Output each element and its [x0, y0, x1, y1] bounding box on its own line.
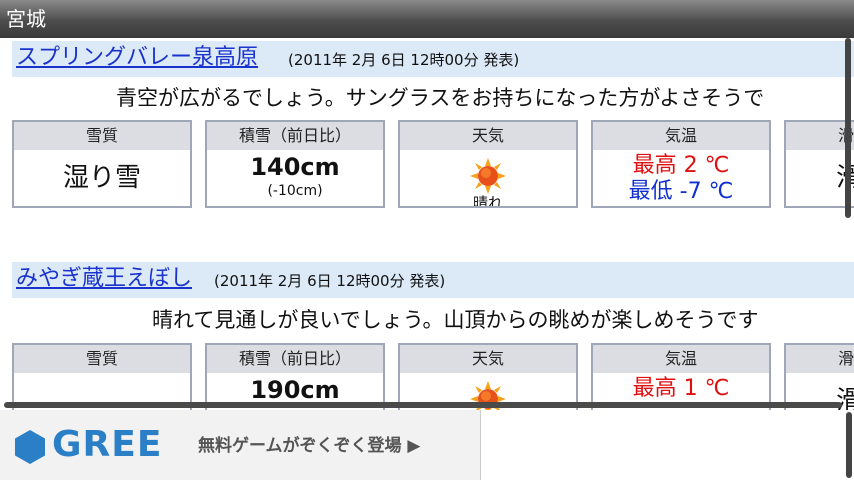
temperature-high: 最高 1 ℃	[632, 376, 730, 401]
temperature-high: 最高 2 ℃	[632, 153, 730, 178]
resort-name-link[interactable]: スプリングバレー泉高原	[16, 44, 258, 72]
resort-header: スプリングバレー泉高原 (2011年 2月 6日 12時00分 発表)	[12, 41, 854, 77]
resort-date: (2011年 2月 6日 12時00分 発表)	[214, 272, 446, 290]
extra-label: 滑	[786, 122, 854, 150]
window-title: 宮城	[6, 7, 46, 31]
ad-brand: GREE	[52, 424, 163, 465]
snow-depth-label: 積雪（前日比）	[207, 122, 383, 150]
resort-header: みやぎ蔵王えぼし (2011年 2月 6日 12時00分 発表)	[12, 262, 854, 298]
weather-value: 晴れ	[472, 194, 503, 208]
snow-quality-label: 雪質	[14, 122, 190, 150]
temperature-label: 気温	[593, 122, 769, 150]
snow-quality-cell: 雪質 湿り雪	[12, 120, 192, 208]
resort-comment: 晴れて見通しが良いでしょう。山頂からの眺めが楽しめそうです	[152, 308, 759, 332]
ad-banner[interactable]: GREE 無料ゲームがぞくぞく登場 ▶	[0, 410, 481, 480]
ad-text: 無料ゲームがぞくぞく登場 ▶	[198, 436, 421, 456]
weather-cell: 天気	[398, 343, 578, 410]
resort-date: (2011年 2月 6日 12時00分 発表)	[288, 51, 520, 69]
weather-cell: 天気 晴れ	[398, 120, 578, 208]
snow-depth-cell: 積雪（前日比） 140cm (-10cm)	[205, 120, 385, 208]
snow-depth-label: 積雪（前日比）	[207, 345, 383, 373]
snow-quality-value: 湿り雪	[62, 163, 141, 193]
weather-label: 天気	[400, 122, 576, 150]
snow-depth-diff: (-10cm)	[267, 183, 323, 199]
temperature-label: 気温	[593, 345, 769, 373]
snow-depth-cell: 積雪（前日比） 190cm	[205, 343, 385, 410]
resort-name-link[interactable]: みやぎ蔵王えぼし	[16, 265, 192, 293]
snow-quality-label: 雪質	[14, 345, 190, 373]
resort-comment: 青空が広がるでしょう。サングラスをお持ちになった方がよさそうで	[116, 86, 765, 110]
snow-depth-value: 140cm	[250, 153, 340, 181]
extra-cell: 滑 滑	[784, 343, 854, 410]
weather-label: 天気	[400, 345, 576, 373]
temperature-low: 最低 -7 ℃	[628, 179, 734, 204]
gree-logo-icon	[15, 430, 45, 464]
horizontal-scrollbar[interactable]	[4, 402, 842, 408]
vertical-scrollbar[interactable]	[845, 38, 851, 218]
temperature-cell: 気温 最高 1 ℃	[591, 343, 771, 410]
title-bar: 宮城	[0, 0, 854, 38]
extra-cell: 滑 滑	[784, 120, 854, 208]
ad-scrollbar	[846, 412, 852, 478]
snow-quality-cell: 雪質	[12, 343, 192, 410]
sun-icon	[470, 158, 506, 194]
snow-depth-value: 190cm	[250, 376, 340, 404]
extra-label: 滑	[786, 345, 854, 373]
resort-list[interactable]: スプリングバレー泉高原 (2011年 2月 6日 12時00分 発表) 青空が広…	[0, 38, 854, 410]
temperature-cell: 気温 最高 2 ℃ 最低 -7 ℃	[591, 120, 771, 208]
